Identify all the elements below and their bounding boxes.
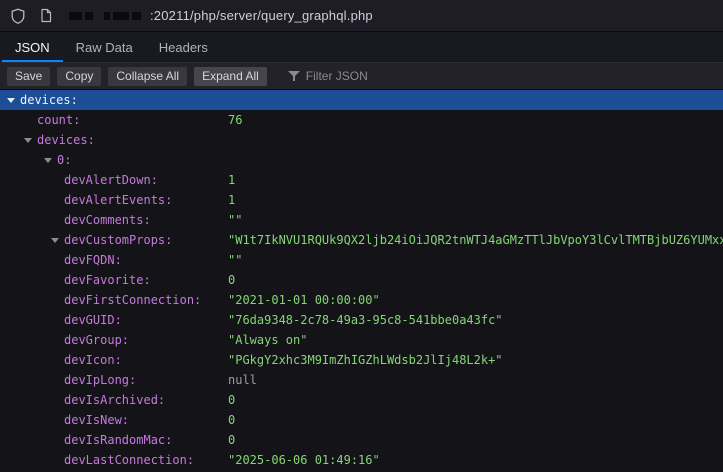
json-value: 0 (228, 410, 235, 430)
json-row[interactable]: devFavorite: 0 (0, 270, 723, 290)
copy-button[interactable]: Copy (57, 67, 101, 86)
json-value: "" (228, 210, 242, 230)
json-value: "76da9348-2c78-49a3-95c8-541bbe0a43fc" (228, 310, 503, 330)
collapse-all-button[interactable]: Collapse All (108, 67, 187, 86)
json-key: devIpLong: (64, 370, 136, 390)
json-row[interactable]: devIcon: "PGkgY2xhc3M9ImZhIGZhLWdsb2JlIj4… (0, 350, 723, 370)
json-key: devIsNew: (64, 410, 129, 430)
json-tree: devices:count:76devices:0:devAlertDown:1… (0, 90, 723, 470)
expander-icon[interactable] (7, 98, 15, 103)
json-key: devices: (37, 130, 95, 150)
json-key: devLastConnection: (64, 450, 194, 470)
json-value: 1 (228, 190, 235, 210)
json-value: 1 (228, 170, 235, 190)
json-row[interactable]: devIpLong: null (0, 370, 723, 390)
json-row[interactable]: count: 76 (0, 110, 723, 130)
json-key: 0: (57, 150, 71, 170)
redacted-host (69, 12, 144, 20)
json-row[interactable]: devFQDN: "" (0, 250, 723, 270)
json-value: 0 (228, 270, 235, 290)
page-icon[interactable] (39, 8, 53, 23)
json-row[interactable]: devFirstConnection: "2021-01-01 00:00:00" (0, 290, 723, 310)
json-value: 0 (228, 430, 235, 450)
filter-funnel-icon (288, 71, 300, 82)
json-row[interactable]: devCustomProps: "W1t7IkNVU1RQUk9QX2ljb24i… (0, 230, 723, 250)
save-button[interactable]: Save (7, 67, 50, 86)
tracking-protection-shield-icon[interactable] (10, 8, 26, 24)
json-row[interactable]: devIsNew: 0 (0, 410, 723, 430)
json-row[interactable]: devAlertEvents: 1 (0, 190, 723, 210)
json-row[interactable]: devIsArchived: 0 (0, 390, 723, 410)
json-value: 76 (228, 110, 242, 130)
json-key: devCustomProps: (64, 230, 172, 250)
json-row[interactable]: devLastConnection: "2025-06-06 01:49:16" (0, 450, 723, 470)
json-key: devIsRandomMac: (64, 430, 172, 450)
json-row[interactable]: devComments: "" (0, 210, 723, 230)
json-key: devFQDN: (64, 250, 122, 270)
browser-toolbar: :20211/php/server/query_graphql.php (0, 0, 723, 32)
json-key: devices: (20, 90, 78, 110)
tab-raw-data[interactable]: Raw Data (63, 32, 146, 62)
expander-icon[interactable] (44, 158, 52, 163)
json-key: devFirstConnection: (64, 290, 201, 310)
tab-headers[interactable]: Headers (146, 32, 221, 62)
json-key: devGUID: (64, 310, 122, 330)
json-toolbar: Save Copy Collapse All Expand All Filter… (0, 63, 723, 90)
json-key: devFavorite: (64, 270, 151, 290)
expander-icon[interactable] (51, 238, 59, 243)
json-row[interactable]: devices: (0, 130, 723, 150)
tab-json[interactable]: JSON (2, 32, 63, 62)
json-row[interactable]: devGroup: "Always on" (0, 330, 723, 350)
expander-icon[interactable] (24, 138, 32, 143)
json-row[interactable]: devGUID: "76da9348-2c78-49a3-95c8-541bbe0… (0, 310, 723, 330)
expand-all-button[interactable]: Expand All (194, 67, 267, 86)
filter-placeholder: Filter JSON (306, 69, 368, 83)
json-value: "" (228, 250, 242, 270)
json-value: "Always on" (228, 330, 307, 350)
json-value: "W1t7IkNVU1RQUk9QX2ljb24iOiJQR2tnWTJ4aGM… (228, 230, 723, 250)
json-key: devGroup: (64, 330, 129, 350)
json-value: 0 (228, 390, 235, 410)
viewer-tabs: JSON Raw Data Headers (0, 32, 723, 63)
json-row[interactable]: devIsRandomMac: 0 (0, 430, 723, 450)
json-row[interactable]: devices: (0, 90, 723, 110)
json-value: null (228, 370, 257, 390)
json-key: devIsArchived: (64, 390, 165, 410)
json-key: devComments: (64, 210, 151, 230)
json-row[interactable]: 0: (0, 150, 723, 170)
json-key: devAlertEvents: (64, 190, 172, 210)
json-value: "2021-01-01 00:00:00" (228, 290, 380, 310)
json-row[interactable]: devAlertDown: 1 (0, 170, 723, 190)
json-value: "2025-06-06 01:49:16" (228, 450, 380, 470)
json-key: count: (37, 110, 80, 130)
url-text[interactable]: :20211/php/server/query_graphql.php (150, 8, 373, 23)
json-value: "PGkgY2xhc3M9ImZhIGZhLWdsb2JlIj48L2k+" (228, 350, 503, 370)
json-key: devIcon: (64, 350, 122, 370)
json-key: devAlertDown: (64, 170, 158, 190)
filter-json-input[interactable]: Filter JSON (288, 69, 368, 83)
